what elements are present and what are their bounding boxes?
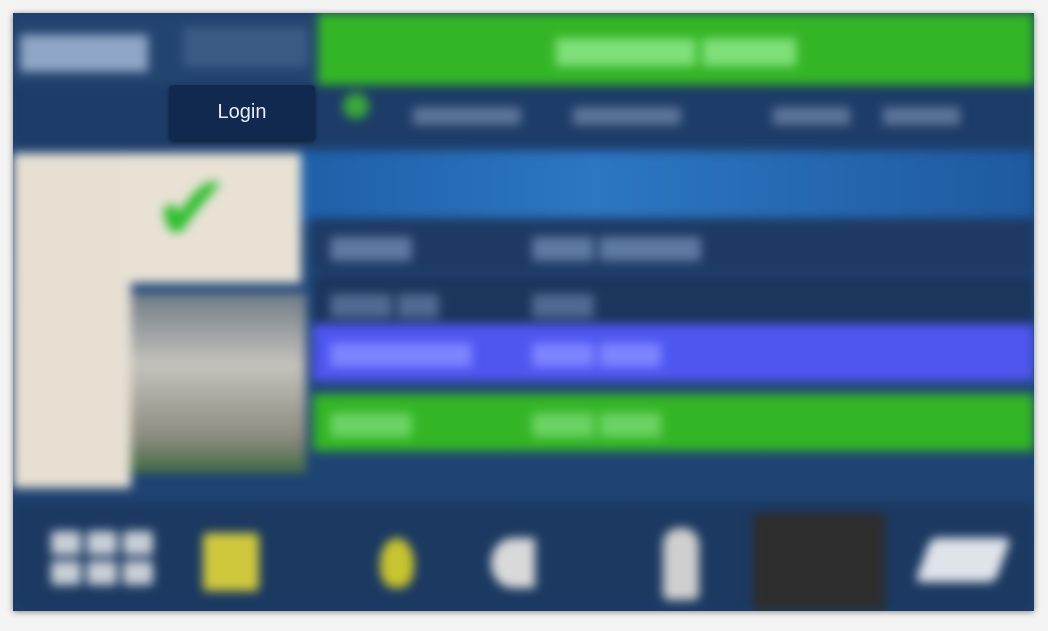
yellow-square-icon[interactable] bbox=[203, 533, 259, 591]
nav-item: ▆▆▆▆▆▆▆ bbox=[573, 103, 681, 125]
row-label: ▆▆▆ ▆▆ bbox=[331, 287, 439, 317]
cabinet-panel bbox=[13, 153, 131, 488]
camera-image bbox=[131, 293, 306, 473]
row-label: ▆▆▆▆ bbox=[331, 406, 411, 436]
nav-item: ▆▆▆▆▆ bbox=[883, 103, 960, 125]
row-value: ▆▆▆ ▆▆▆▆▆ bbox=[533, 230, 701, 260]
hmi-screen: ▆▆▆▆ ▆▆▆▆▆▆ ▆▆▆▆ ▆▆▆▆▆▆▆ ▆▆▆▆▆▆▆ ▆▆▆▆▆ ▆… bbox=[13, 13, 1034, 611]
row-value: ▆▆▆ bbox=[533, 287, 593, 317]
info-row-highlight: ▆▆▆▆▆▆▆ ▆▆▆ ▆▆▆ bbox=[313, 324, 1034, 381]
person-icon[interactable] bbox=[663, 528, 699, 600]
speaker-icon[interactable] bbox=[491, 538, 535, 588]
row-value: ▆▆▆ ▆▆▆ bbox=[533, 336, 661, 366]
nav-bar bbox=[13, 85, 1034, 147]
bulb-icon[interactable] bbox=[380, 538, 414, 588]
row-label: ▆▆▆▆ bbox=[331, 230, 411, 260]
check-icon: ✔ bbox=[153, 158, 231, 260]
check-icon bbox=[343, 93, 369, 119]
pencil-icon[interactable] bbox=[914, 538, 1012, 582]
info-row: ▆▆▆▆ ▆▆▆ ▆▆▆▆▆ bbox=[313, 218, 1034, 272]
row-value: ▆▆▆ ▆▆▆ bbox=[533, 406, 661, 436]
status-bar: ▆▆▆▆▆▆ ▆▆▆▆ bbox=[318, 13, 1034, 85]
row-label: ▆▆▆▆▆▆▆ bbox=[331, 336, 471, 366]
info-row-status: ▆▆▆▆ ▆▆▆ ▆▆▆ bbox=[313, 394, 1034, 451]
grid-icon[interactable] bbox=[23, 511, 153, 603]
logo: ▆▆▆▆ bbox=[21, 26, 149, 70]
header-sweep bbox=[298, 151, 1034, 221]
nav-item: ▆▆▆▆▆▆▆ bbox=[413, 103, 521, 125]
logo-tag bbox=[183, 27, 308, 67]
login-button[interactable]: Login bbox=[169, 85, 315, 140]
nav-item: ▆▆▆▆▆ bbox=[773, 103, 850, 125]
blurred-background: ▆▆▆▆ ▆▆▆▆▆▆ ▆▆▆▆ ▆▆▆▆▆▆▆ ▆▆▆▆▆▆▆ ▆▆▆▆▆ ▆… bbox=[13, 13, 1034, 611]
brand-area: ▆▆▆▆ bbox=[13, 13, 318, 85]
info-row: ▆▆▆ ▆▆ ▆▆▆ bbox=[313, 275, 1034, 329]
dark-panel-icon[interactable] bbox=[753, 513, 885, 611]
